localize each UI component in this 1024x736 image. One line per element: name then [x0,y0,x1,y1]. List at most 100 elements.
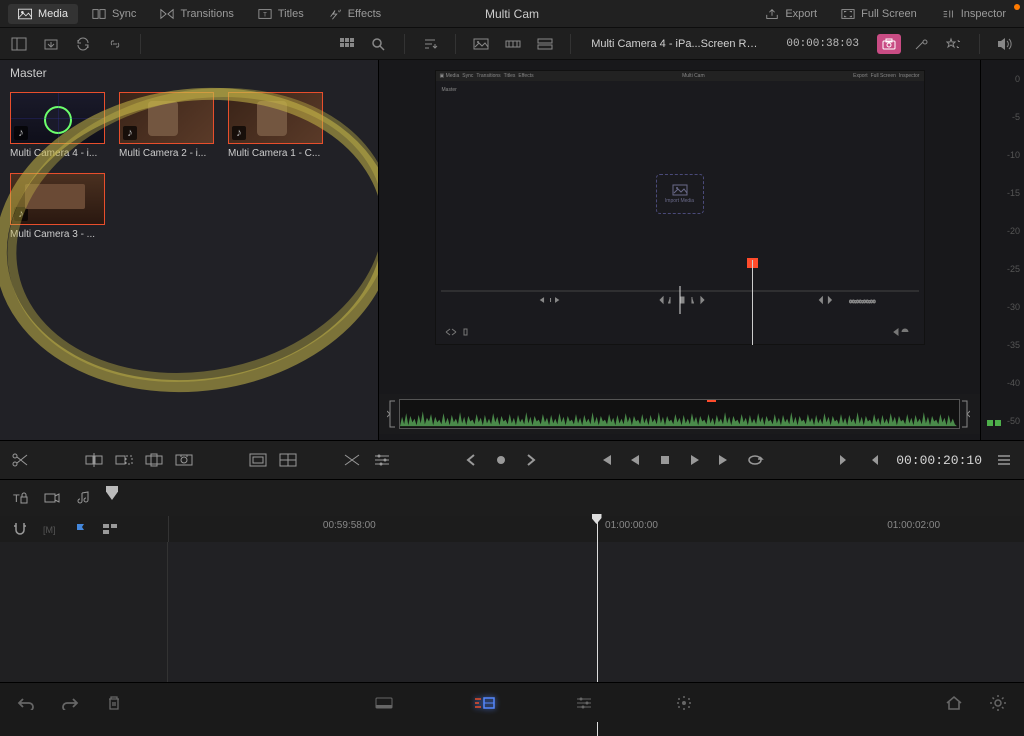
bin-name[interactable]: Master [0,60,378,86]
audio-icon: ♪ [232,126,246,140]
clip-thumbnail: ♪ [119,92,214,144]
frame-button[interactable] [278,450,298,470]
jog-next-button[interactable] [521,450,541,470]
next-edit-button[interactable] [834,450,854,470]
tools-button[interactable] [911,33,933,55]
jog-controls [461,450,541,470]
tab-media[interactable]: Media [8,4,78,24]
ruler-tick: 00:59:58:00 [323,520,376,531]
svg-text:00:00:00:00: 00:00:00:00 [849,299,875,305]
audio-scrubber[interactable] [379,394,980,434]
ripple-overwrite-button[interactable] [144,450,164,470]
fullscreen-button[interactable]: Full Screen [831,4,927,24]
list-strip-button[interactable] [534,33,556,55]
append-button[interactable] [114,450,134,470]
strip-view-button[interactable] [502,33,524,55]
media-clip[interactable]: ♪ Multi Camera 1 - C... [228,92,323,159]
export-button[interactable]: Export [755,4,827,24]
source-viewer[interactable]: ▣ MediaSyncTransitionsTitlesEffects Mult… [378,60,980,440]
page-fusion[interactable] [670,692,698,714]
skip-fwd-icon [717,453,733,467]
menu-icon [996,453,1012,467]
video-track-button[interactable] [42,488,62,508]
volume-button[interactable] [994,33,1016,55]
sliders-button[interactable] [372,450,392,470]
sort-button[interactable] [419,33,441,55]
export-icon [765,8,779,20]
camera-raw-button[interactable] [877,34,901,54]
page-cut[interactable] [470,692,498,714]
trash-icon [106,695,122,711]
lock-tracks-button[interactable]: T [10,488,30,508]
reverse-icon [628,453,642,467]
audio-meters: 0 -5 -10 -15 -20 -25 -30 -35 -40 -50 [980,60,1024,440]
meter-scale: 0 -5 -10 -15 -20 -25 -30 -35 -40 -50 [1007,74,1020,426]
delete-button[interactable] [100,692,128,714]
waveform-display[interactable] [399,399,960,429]
nested-screen-recording: ▣ MediaSyncTransitionsTitlesEffects Mult… [436,71,924,344]
timeline-tracks[interactable] [0,542,1024,692]
redo-button[interactable] [56,692,84,714]
media-clip[interactable]: ♪ Multi Camera 3 - ... [10,173,105,240]
go-end-button[interactable] [715,450,735,470]
tab-titles[interactable]: T Titles [248,4,314,24]
bin-view-button[interactable] [8,33,30,55]
page-edit[interactable] [570,692,598,714]
play-button[interactable] [685,450,705,470]
tab-effects-label: Effects [348,8,381,20]
import-media-button[interactable] [40,33,62,55]
flag-button[interactable] [70,519,90,539]
svg-text:T: T [13,493,20,505]
prev-edit-button[interactable] [864,450,884,470]
page-media[interactable] [370,692,398,714]
tab-sync[interactable]: Sync [82,4,146,24]
effects-panel-button[interactable] [943,33,965,55]
tab-effects[interactable]: Effects [318,4,391,24]
slider-handle-icon[interactable] [106,486,118,500]
link-button[interactable] [104,33,126,55]
loop-button[interactable] [745,450,765,470]
inspector-button[interactable]: Inspector [931,4,1016,24]
search-button[interactable] [368,33,390,55]
thumbnail-view-button[interactable] [336,33,358,55]
transition-tool-button[interactable] [342,450,362,470]
tab-transitions[interactable]: Transitions [150,4,243,24]
transport-controls [595,450,765,470]
ruler-tick: 01:00:02:00 [887,520,940,531]
source-tape-button[interactable] [470,33,492,55]
smart-insert-button[interactable] [84,450,104,470]
snap-button[interactable] [10,519,30,539]
go-start-button[interactable] [595,450,615,470]
play-reverse-button[interactable] [625,450,645,470]
timeline-ruler[interactable]: 00:59:58:00 01:00:00:00 01:00:02:00 [168,516,1024,542]
edit-toolbar: 00:00:20:10 [0,440,1024,480]
media-clip[interactable]: ♪ Multi Camera 4 - i... [10,92,105,159]
secondary-toolbar: Multi Camera 4 - iPa...Screen Recording.… [0,28,1024,60]
playhead-head-icon[interactable] [592,514,602,524]
transitions-icon [160,8,174,20]
marker-button[interactable]: [M] [40,519,60,539]
settings-button[interactable] [984,692,1012,714]
sync-bin-button[interactable] [72,33,94,55]
zoom-slider[interactable] [106,480,1014,516]
track-headers[interactable] [0,542,168,692]
bracket-left-icon [387,398,399,430]
track-area[interactable] [168,542,1024,692]
viewer-display: ▣ MediaSyncTransitionsTitlesEffects Mult… [435,70,925,345]
jog-prev-button[interactable] [461,450,481,470]
stop-button[interactable] [655,450,675,470]
split-button[interactable] [10,450,30,470]
media-clip[interactable]: ♪ Multi Camera 2 - i... [119,92,214,159]
stop-icon [658,453,672,467]
close-up-button[interactable] [174,450,194,470]
safe-area-button[interactable] [248,450,268,470]
record-button[interactable] [491,450,511,470]
top-tab-bar: Media Sync Transitions T Titles Effects … [0,0,1024,28]
home-button[interactable] [940,692,968,714]
timeline-timecode[interactable]: 00:00:20:10 [896,453,982,468]
timeline-menu-button[interactable] [994,450,1014,470]
view-options-button[interactable] [100,519,120,539]
play-icon [688,453,702,467]
audio-track-button[interactable] [74,488,94,508]
undo-button[interactable] [12,692,40,714]
